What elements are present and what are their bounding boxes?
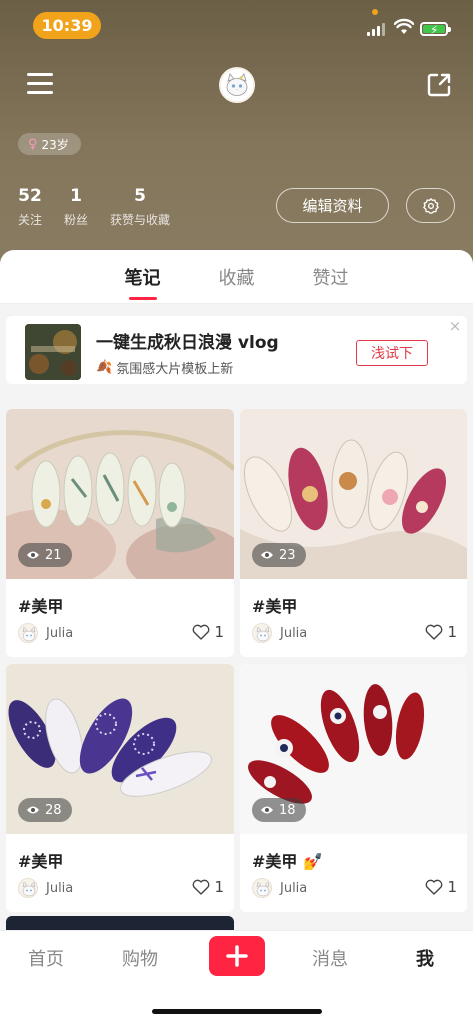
banner-subtitle: 🍂 氛围感大片模板上新 (96, 358, 233, 377)
heart-icon (193, 879, 210, 895)
edit-profile-button[interactable]: 编辑资料 (276, 188, 389, 223)
view-count-badge: 23 (252, 543, 306, 567)
stat-number: 1 (70, 186, 82, 206)
eye-icon (261, 551, 273, 559)
stat-label: 获赞与收藏 (110, 213, 171, 227)
profile-header: 10:39 ⚡ ♀ 23岁 52 关注 1 粉丝 5 获赞与收藏 编辑资料 (0, 0, 473, 270)
author-name: Julia (280, 880, 308, 896)
view-count: 28 (45, 802, 62, 818)
like-count: 1 (447, 878, 457, 896)
banner-subtitle-text: 氛围感大片模板上新 (116, 362, 234, 377)
like-button[interactable]: 1 (425, 878, 457, 896)
view-count: 18 (279, 802, 296, 818)
note-author[interactable]: Julia (18, 623, 73, 643)
plus-icon (226, 945, 248, 967)
publish-button[interactable] (209, 936, 265, 976)
note-card[interactable]: 21 #美甲 Julia 1 (6, 409, 234, 657)
stat-label: 粉丝 (64, 213, 89, 227)
stat-followers[interactable]: 1 粉丝 (64, 186, 88, 228)
like-button[interactable]: 1 (192, 878, 224, 896)
note-title: #美甲 (18, 597, 64, 616)
content-sheet: 笔记 收藏 赞过 一键生成秋日浪漫 vlog 🍂 氛围感大片模板上新 浅试下 × (0, 250, 473, 936)
like-button[interactable]: 1 (425, 623, 457, 641)
bio-fragment (18, 102, 178, 112)
cat-avatar-icon (221, 69, 253, 101)
like-button[interactable]: 1 (192, 623, 224, 641)
view-count: 23 (279, 547, 296, 563)
tab-collections[interactable]: 收藏 (219, 264, 255, 290)
menu-icon[interactable] (27, 72, 53, 94)
battery-icon: ⚡ (420, 22, 451, 37)
author-avatar (18, 878, 38, 898)
eye-icon (27, 806, 39, 814)
note-author[interactable]: Julia (252, 623, 307, 643)
eye-icon (27, 551, 39, 559)
note-title: #美甲 (252, 597, 298, 616)
nav-home[interactable]: 首页 (28, 945, 64, 971)
promo-banner[interactable]: 一键生成秋日浪漫 vlog 🍂 氛围感大片模板上新 浅试下 × (6, 316, 467, 384)
stat-number: 52 (18, 186, 42, 206)
heart-icon (426, 879, 443, 895)
tab-notes[interactable]: 笔记 (125, 264, 161, 300)
avatar[interactable] (219, 67, 255, 103)
nav-messages[interactable]: 消息 (312, 945, 348, 971)
profile-tabs: 笔记 收藏 赞过 (0, 250, 473, 304)
like-count: 1 (447, 623, 457, 641)
privacy-dot-icon (372, 9, 378, 15)
author-avatar (18, 623, 38, 643)
author-avatar (252, 878, 272, 898)
status-bar: 10:39 ⚡ (0, 0, 473, 52)
note-card[interactable]: 23 #美甲 Julia 1 (240, 409, 467, 657)
try-button[interactable]: 浅试下 (356, 340, 428, 366)
note-card[interactable]: 18 #美甲 💅 Julia 1 (240, 664, 467, 912)
author-avatar (252, 623, 272, 643)
nav-shop[interactable]: 购物 (122, 945, 158, 971)
like-count: 1 (214, 878, 224, 896)
view-count: 21 (45, 547, 62, 563)
stat-likes-collects[interactable]: 5 获赞与收藏 (110, 186, 170, 228)
settings-button[interactable] (406, 188, 455, 223)
stat-following[interactable]: 52 关注 (18, 186, 42, 228)
banner-thumbnail (25, 324, 81, 380)
close-icon[interactable]: × (448, 319, 462, 334)
bottom-nav: 首页 购物 消息 我 (0, 930, 473, 1023)
note-title: #美甲 💅 (252, 852, 323, 871)
wifi-icon (394, 18, 414, 34)
view-count-badge: 28 (18, 798, 72, 822)
author-name: Julia (46, 880, 74, 896)
share-icon[interactable] (426, 72, 452, 98)
gear-icon (422, 197, 439, 214)
notes-feed[interactable]: 一键生成秋日浪漫 vlog 🍂 氛围感大片模板上新 浅试下 × 21 #美甲 J… (0, 304, 473, 936)
profile-stats: 52 关注 1 粉丝 5 获赞与收藏 (18, 186, 170, 228)
age-badge: ♀ 23岁 (18, 133, 81, 155)
banner-title: 一键生成秋日浪漫 vlog (96, 333, 279, 353)
view-count-badge: 18 (252, 798, 306, 822)
note-author[interactable]: Julia (18, 878, 73, 898)
stat-label: 关注 (18, 213, 43, 227)
stat-number: 5 (134, 186, 146, 206)
signal-icon (367, 22, 387, 36)
note-author[interactable]: Julia (252, 878, 307, 898)
heart-icon (426, 624, 443, 640)
note-card[interactable]: 28 #美甲 Julia 1 (6, 664, 234, 912)
home-indicator (152, 1009, 322, 1014)
status-time: 10:39 (33, 12, 101, 39)
heart-icon (193, 624, 210, 640)
note-title: #美甲 (18, 852, 64, 871)
female-icon: ♀ (28, 136, 38, 152)
author-name: Julia (46, 625, 74, 641)
eye-icon (261, 806, 273, 814)
nav-me[interactable]: 我 (416, 945, 434, 971)
age-text: 23岁 (41, 137, 69, 152)
leaf-icon: 🍂 (96, 360, 113, 375)
view-count-badge: 21 (18, 543, 72, 567)
tab-liked[interactable]: 赞过 (313, 264, 349, 290)
like-count: 1 (214, 623, 224, 641)
author-name: Julia (280, 625, 308, 641)
